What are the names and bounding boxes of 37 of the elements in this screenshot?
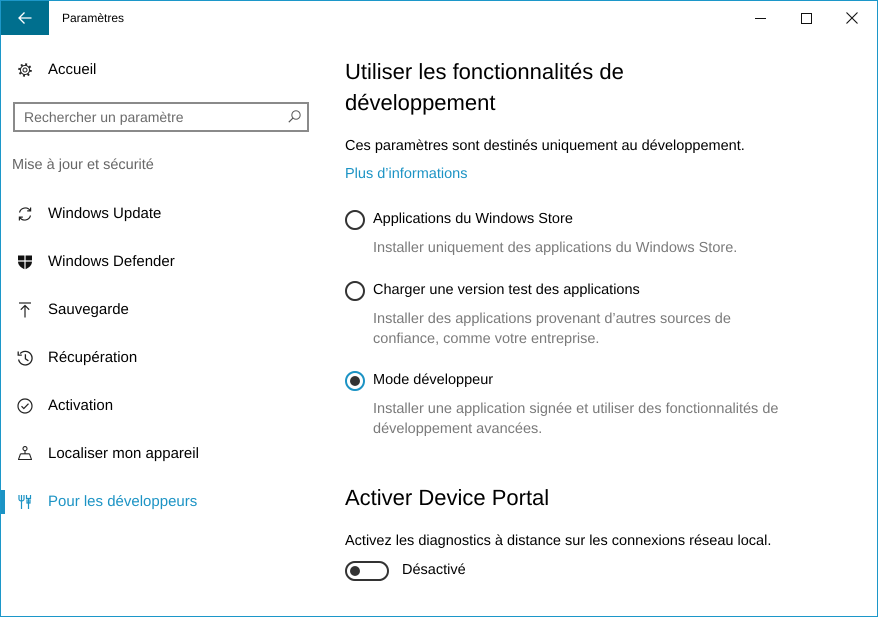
- shield-icon: [17, 254, 33, 270]
- radio-label[interactable]: Applications du Windows Store: [373, 209, 573, 231]
- window-title: Paramètres: [62, 10, 124, 27]
- section-title: Mise à jour et sécurité: [11, 156, 155, 176]
- nav-item[interactable]: Récupération: [17, 346, 138, 370]
- radio-label[interactable]: Mode développeur: [373, 370, 494, 392]
- option-description: Installer une application signée et utiliser des fonctionnalités de développement avancées.: [373, 400, 780, 439]
- radio-button[interactable]: [345, 281, 365, 301]
- nav-item[interactable]: Sauvegarde: [17, 298, 129, 322]
- section-heading: Activer Device Portal: [345, 484, 550, 512]
- gear-icon: [17, 62, 33, 78]
- radio-button[interactable]: [345, 210, 365, 230]
- toggle-state-label: Désactivé: [402, 561, 466, 580]
- nav-item[interactable]: Localiser mon appareil: [17, 442, 199, 466]
- nav-item[interactable]: Windows Defender: [17, 250, 175, 274]
- close-icon: [846, 12, 858, 24]
- section-heading: Utiliser les fonctionnalités de développement: [345, 58, 625, 117]
- radio-label[interactable]: Charger une version test des applications: [373, 280, 640, 302]
- search-icon: [288, 110, 301, 123]
- option-description: Installer des applications provenant d’autres sources de confiance, comme votre entreprise.: [373, 310, 732, 349]
- option-description: Installer uniquement des applications du Windows Store.: [373, 239, 738, 258]
- sync-icon: [17, 206, 33, 222]
- nav-item[interactable]: Windows Update: [17, 202, 162, 226]
- description-text: Ces paramètres sont destinés uniquement au développement.: [345, 137, 746, 156]
- nav-item[interactable]: Activation: [17, 394, 114, 418]
- maximize-icon: [800, 12, 812, 24]
- figure-icon: [17, 446, 33, 462]
- tools-icon: [17, 494, 33, 510]
- search-field[interactable]: Rechercher un paramètre: [13, 102, 309, 132]
- home-item[interactable]: Accueil: [1, 46, 320, 94]
- radio-button[interactable]: [345, 371, 365, 391]
- upload-arrow-icon: [17, 302, 33, 318]
- description-text: Activez les diagnostics à distance sur les connexions réseau local.: [345, 532, 772, 551]
- check-circle-icon: [17, 398, 33, 414]
- toggle-switch[interactable]: [345, 560, 389, 581]
- history-icon: [17, 350, 33, 366]
- back-arrow-icon: [18, 12, 32, 24]
